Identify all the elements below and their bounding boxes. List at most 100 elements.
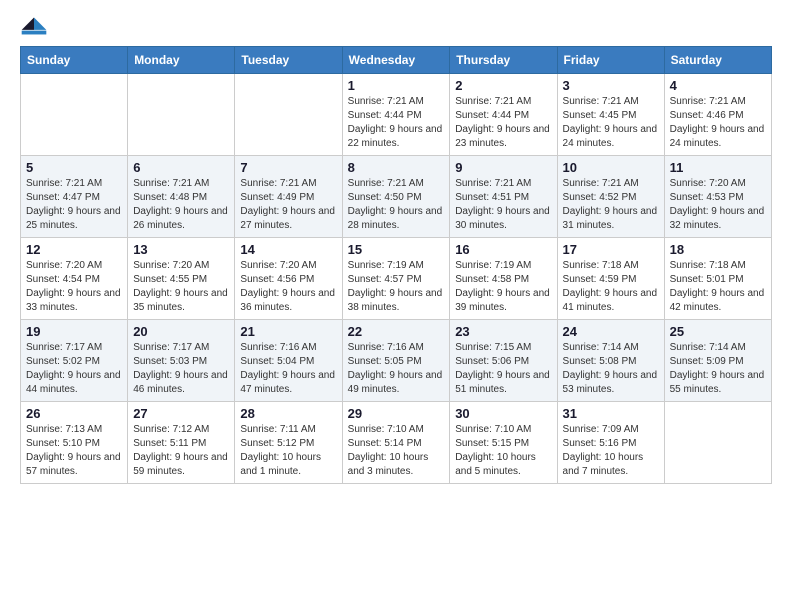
calendar-cell: 3Sunrise: 7:21 AM Sunset: 4:45 PM Daylig… bbox=[557, 74, 664, 156]
day-info: Sunrise: 7:14 AM Sunset: 5:09 PM Dayligh… bbox=[670, 341, 766, 397]
day-number: 19 bbox=[26, 324, 122, 339]
calendar-cell: 19 Sunrise: 7:17 AM Sunset: 5:02 PM Dayli… bbox=[21, 320, 128, 402]
day-number: 12 bbox=[26, 242, 122, 257]
day-info: Sunrise: 7:14 AM Sunset: 5:08 PM Dayligh… bbox=[563, 341, 659, 397]
day-info: Sunrise: 7:12 AM Sunset: 5:11 PM Dayligh… bbox=[133, 423, 229, 479]
calendar-cell bbox=[21, 74, 128, 156]
calendar-cell: 8 Sunrise: 7:21 AM Sunset: 4:50 PM Daylig… bbox=[342, 156, 450, 238]
calendar-cell: 12 Sunrise: 7:20 AM Sunset: 4:54 PM Dayli… bbox=[21, 238, 128, 320]
calendar-cell: 28 Sunrise: 7:11 AM Sunset: 5:12 PM Dayli… bbox=[235, 402, 342, 484]
logo bbox=[20, 16, 50, 36]
calendar-cell: 18Sunrise: 7:18 AM Sunset: 5:01 PM Dayli… bbox=[664, 238, 771, 320]
calendar-cell: 25Sunrise: 7:14 AM Sunset: 5:09 PM Dayli… bbox=[664, 320, 771, 402]
day-info: Sunrise: 7:21 AM Sunset: 4:51 PM Dayligh… bbox=[455, 177, 551, 233]
day-number: 21 bbox=[240, 324, 336, 339]
day-number: 29 bbox=[348, 406, 445, 421]
day-info: Sunrise: 7:21 AM Sunset: 4:47 PM Dayligh… bbox=[26, 177, 122, 233]
day-info: Sunrise: 7:17 AM Sunset: 5:03 PM Dayligh… bbox=[133, 341, 229, 397]
calendar-week-row: 5 Sunrise: 7:21 AM Sunset: 4:47 PM Daylig… bbox=[21, 156, 772, 238]
day-info: Sunrise: 7:20 AM Sunset: 4:54 PM Dayligh… bbox=[26, 259, 122, 315]
calendar-cell: 22 Sunrise: 7:16 AM Sunset: 5:05 PM Dayli… bbox=[342, 320, 450, 402]
calendar-day-header: Tuesday bbox=[235, 47, 342, 74]
header bbox=[20, 16, 772, 36]
day-number: 30 bbox=[455, 406, 551, 421]
day-number: 17 bbox=[563, 242, 659, 257]
calendar-day-header: Friday bbox=[557, 47, 664, 74]
calendar-header-row: SundayMondayTuesdayWednesdayThursdayFrid… bbox=[21, 47, 772, 74]
calendar-cell: 2 Sunrise: 7:21 AM Sunset: 4:44 PM Daylig… bbox=[450, 74, 557, 156]
calendar-day-header: Thursday bbox=[450, 47, 557, 74]
day-number: 2 bbox=[455, 78, 551, 93]
calendar-cell: 13 Sunrise: 7:20 AM Sunset: 4:55 PM Dayli… bbox=[128, 238, 235, 320]
day-number: 24 bbox=[563, 324, 659, 339]
day-number: 16 bbox=[455, 242, 551, 257]
day-info: Sunrise: 7:15 AM Sunset: 5:06 PM Dayligh… bbox=[455, 341, 551, 397]
day-number: 7 bbox=[240, 160, 336, 175]
day-number: 11 bbox=[670, 160, 766, 175]
day-number: 18 bbox=[670, 242, 766, 257]
day-info: Sunrise: 7:18 AM Sunset: 4:59 PM Dayligh… bbox=[563, 259, 659, 315]
day-number: 26 bbox=[26, 406, 122, 421]
calendar-week-row: 26 Sunrise: 7:13 AM Sunset: 5:10 PM Dayli… bbox=[21, 402, 772, 484]
calendar-cell: 17 Sunrise: 7:18 AM Sunset: 4:59 PM Dayli… bbox=[557, 238, 664, 320]
day-number: 8 bbox=[348, 160, 445, 175]
calendar-cell: 29 Sunrise: 7:10 AM Sunset: 5:14 PM Dayli… bbox=[342, 402, 450, 484]
day-info: Sunrise: 7:21 AM Sunset: 4:50 PM Dayligh… bbox=[348, 177, 445, 233]
calendar-week-row: 1 Sunrise: 7:21 AM Sunset: 4:44 PM Daylig… bbox=[21, 74, 772, 156]
day-info: Sunrise: 7:11 AM Sunset: 5:12 PM Dayligh… bbox=[240, 423, 336, 479]
day-info: Sunrise: 7:20 AM Sunset: 4:56 PM Dayligh… bbox=[240, 259, 336, 315]
calendar-day-header: Sunday bbox=[21, 47, 128, 74]
day-number: 5 bbox=[26, 160, 122, 175]
calendar-cell: 31Sunrise: 7:09 AM Sunset: 5:16 PM Dayli… bbox=[557, 402, 664, 484]
day-number: 3 bbox=[563, 78, 659, 93]
day-info: Sunrise: 7:21 AM Sunset: 4:44 PM Dayligh… bbox=[455, 95, 551, 151]
day-info: Sunrise: 7:16 AM Sunset: 5:05 PM Dayligh… bbox=[348, 341, 445, 397]
page: SundayMondayTuesdayWednesdayThursdayFrid… bbox=[0, 0, 792, 612]
day-number: 22 bbox=[348, 324, 445, 339]
day-info: Sunrise: 7:19 AM Sunset: 4:58 PM Dayligh… bbox=[455, 259, 551, 315]
day-info: Sunrise: 7:10 AM Sunset: 5:14 PM Dayligh… bbox=[348, 423, 445, 479]
calendar-cell: 26 Sunrise: 7:13 AM Sunset: 5:10 PM Dayli… bbox=[21, 402, 128, 484]
day-info: Sunrise: 7:20 AM Sunset: 4:55 PM Dayligh… bbox=[133, 259, 229, 315]
day-number: 1 bbox=[348, 78, 445, 93]
calendar-cell: 10 Sunrise: 7:21 AM Sunset: 4:52 PM Dayli… bbox=[557, 156, 664, 238]
calendar-cell bbox=[128, 74, 235, 156]
calendar-cell: 30 Sunrise: 7:10 AM Sunset: 5:15 PM Dayli… bbox=[450, 402, 557, 484]
calendar-cell: 21 Sunrise: 7:16 AM Sunset: 5:04 PM Dayli… bbox=[235, 320, 342, 402]
day-number: 4 bbox=[670, 78, 766, 93]
day-info: Sunrise: 7:17 AM Sunset: 5:02 PM Dayligh… bbox=[26, 341, 122, 397]
calendar-cell: 27 Sunrise: 7:12 AM Sunset: 5:11 PM Dayli… bbox=[128, 402, 235, 484]
day-info: Sunrise: 7:10 AM Sunset: 5:15 PM Dayligh… bbox=[455, 423, 551, 479]
calendar-cell bbox=[235, 74, 342, 156]
calendar-cell: 23 Sunrise: 7:15 AM Sunset: 5:06 PM Dayli… bbox=[450, 320, 557, 402]
calendar-day-header: Wednesday bbox=[342, 47, 450, 74]
calendar-table: SundayMondayTuesdayWednesdayThursdayFrid… bbox=[20, 46, 772, 484]
calendar-cell: 6Sunrise: 7:21 AM Sunset: 4:48 PM Daylig… bbox=[128, 156, 235, 238]
day-number: 6 bbox=[133, 160, 229, 175]
calendar-cell: 5 Sunrise: 7:21 AM Sunset: 4:47 PM Daylig… bbox=[21, 156, 128, 238]
day-info: Sunrise: 7:13 AM Sunset: 5:10 PM Dayligh… bbox=[26, 423, 122, 479]
calendar-cell: 14 Sunrise: 7:20 AM Sunset: 4:56 PM Dayli… bbox=[235, 238, 342, 320]
logo-icon bbox=[20, 16, 48, 36]
calendar-day-header: Monday bbox=[128, 47, 235, 74]
day-number: 28 bbox=[240, 406, 336, 421]
day-number: 10 bbox=[563, 160, 659, 175]
calendar-cell: 1Sunrise: 7:21 AM Sunset: 4:44 PM Daylig… bbox=[342, 74, 450, 156]
calendar-day-header: Saturday bbox=[664, 47, 771, 74]
day-info: Sunrise: 7:21 AM Sunset: 4:52 PM Dayligh… bbox=[563, 177, 659, 233]
day-number: 27 bbox=[133, 406, 229, 421]
day-info: Sunrise: 7:21 AM Sunset: 4:49 PM Dayligh… bbox=[240, 177, 336, 233]
day-number: 20 bbox=[133, 324, 229, 339]
day-number: 14 bbox=[240, 242, 336, 257]
day-info: Sunrise: 7:16 AM Sunset: 5:04 PM Dayligh… bbox=[240, 341, 336, 397]
calendar-cell: 4Sunrise: 7:21 AM Sunset: 4:46 PM Daylig… bbox=[664, 74, 771, 156]
calendar-cell: 24 Sunrise: 7:14 AM Sunset: 5:08 PM Dayli… bbox=[557, 320, 664, 402]
day-info: Sunrise: 7:20 AM Sunset: 4:53 PM Dayligh… bbox=[670, 177, 766, 233]
day-number: 23 bbox=[455, 324, 551, 339]
day-number: 13 bbox=[133, 242, 229, 257]
calendar-week-row: 12 Sunrise: 7:20 AM Sunset: 4:54 PM Dayli… bbox=[21, 238, 772, 320]
calendar-cell bbox=[664, 402, 771, 484]
calendar-cell: 9Sunrise: 7:21 AM Sunset: 4:51 PM Daylig… bbox=[450, 156, 557, 238]
calendar-week-row: 19 Sunrise: 7:17 AM Sunset: 5:02 PM Dayli… bbox=[21, 320, 772, 402]
calendar-cell: 15Sunrise: 7:19 AM Sunset: 4:57 PM Dayli… bbox=[342, 238, 450, 320]
